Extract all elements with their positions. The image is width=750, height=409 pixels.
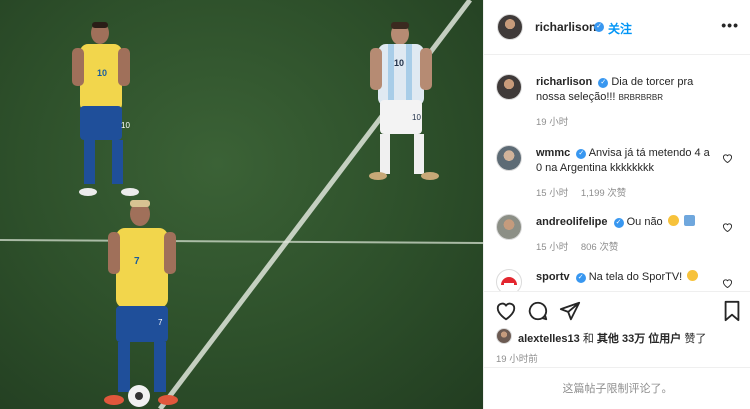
like-heart-icon[interactable]: [495, 300, 517, 322]
verified-badge-icon: ✓: [576, 149, 587, 159]
like-comment-heart-icon[interactable]: [722, 278, 733, 288]
post-header: richarlison ✓ 关注 •••: [484, 0, 750, 55]
player-number: 10: [394, 58, 404, 68]
verified-badge-icon: ✓: [598, 78, 609, 88]
liker-avatar[interactable]: [496, 328, 512, 344]
verified-badge-icon: ✓: [575, 273, 586, 283]
likes-suffix: 赞了: [681, 333, 707, 345]
sportv-logo-icon: [501, 277, 517, 286]
more-options-icon[interactable]: •••: [721, 17, 739, 33]
comments-list[interactable]: richarlison ✓ Dia de torcer pra nossa sel…: [484, 56, 750, 291]
smile-emoji-icon: [687, 270, 699, 281]
commenter-avatar[interactable]: [496, 269, 522, 291]
comment-likes[interactable]: 806 次赞: [581, 242, 619, 253]
author-username[interactable]: richarlison: [535, 20, 596, 34]
comment-bubble-icon[interactable]: [527, 300, 549, 322]
comment-body: andreolifelipe ✓ Ou não: [536, 215, 716, 230]
post-side-panel: richarlison ✓ 关注 ••• richarlison ✓ Dia de…: [483, 0, 750, 409]
comment-meta: 19 小时: [536, 114, 578, 128]
post-timestamp[interactable]: 19 小时前: [496, 351, 538, 365]
author-avatar[interactable]: [497, 14, 523, 40]
commenter-avatar[interactable]: [496, 214, 522, 240]
photo-scene: 10 10 7 7 10 10: [0, 0, 483, 409]
commenter-avatar[interactable]: [496, 74, 522, 100]
verified-badge-icon: ✓: [594, 22, 604, 32]
halfway-line: [0, 239, 483, 244]
follow-button[interactable]: 关注: [608, 20, 632, 37]
liker-username[interactable]: alextelles13: [518, 333, 580, 345]
comment-text: Ou não: [626, 216, 663, 228]
player-argentina-10: 10 10: [369, 22, 439, 180]
comment-meta: 15 小时 1,199 次赞: [536, 185, 636, 199]
comment-body: wmmc ✓ Anvisa já tá metendo 4 a 0 na Arge…: [536, 146, 716, 176]
player-brazil-10: 10 10: [72, 22, 139, 196]
comment-time: 15 小时: [536, 242, 569, 253]
commenter-username[interactable]: andreolifelipe: [536, 216, 608, 228]
commenter-username[interactable]: sportv: [536, 271, 570, 283]
like-comment-heart-icon[interactable]: [722, 222, 733, 232]
comment-likes[interactable]: 1,199 次赞: [581, 188, 626, 199]
commenter-username[interactable]: wmmc: [536, 147, 570, 159]
shorts-number: 10: [412, 113, 421, 122]
like-comment-heart-icon[interactable]: [722, 153, 733, 163]
comment-body: sportv ✓ Na tela do SporTV!: [536, 270, 716, 285]
post-photo[interactable]: 10 10 7 7 10 10: [0, 0, 483, 409]
share-send-icon[interactable]: [559, 300, 581, 322]
likes-others-link[interactable]: 其他 33万 位用户: [597, 333, 681, 345]
verified-badge-icon: ✓: [613, 218, 624, 228]
player-number: 10: [97, 68, 107, 78]
likes-summary: alextelles13 和 其他 33万 位用户 赞了: [496, 328, 746, 346]
comment-text: Na tela do SporTV!: [588, 271, 683, 283]
likes-and: 和: [579, 333, 597, 345]
thinking-emoji-icon: [667, 215, 679, 226]
commenter-avatar[interactable]: [496, 145, 522, 171]
save-bookmark-icon[interactable]: [721, 300, 743, 322]
shorts-number: 7: [158, 318, 163, 327]
player-number: 7: [134, 256, 140, 267]
likes-text: alextelles13 和 其他 33万 位用户 赞了: [518, 330, 706, 346]
comment-meta: 15 小时 806 次赞: [536, 239, 628, 253]
shorts-number: 10: [121, 121, 130, 130]
comment-time: 19 小时: [536, 117, 569, 128]
comment-time: 15 小时: [536, 188, 569, 199]
comments-restricted-notice: 这篇帖子限制评论了。: [484, 367, 750, 409]
player-brazil-7: 7 7: [104, 200, 178, 407]
comment-body: richarlison ✓ Dia de torcer pra nossa sel…: [536, 75, 716, 105]
commenter-username[interactable]: richarlison: [536, 76, 592, 88]
scream-emoji-icon: [683, 215, 695, 226]
post-action-bar: [484, 291, 750, 331]
comment-text-suffix: BRBRBRBR: [618, 93, 664, 102]
